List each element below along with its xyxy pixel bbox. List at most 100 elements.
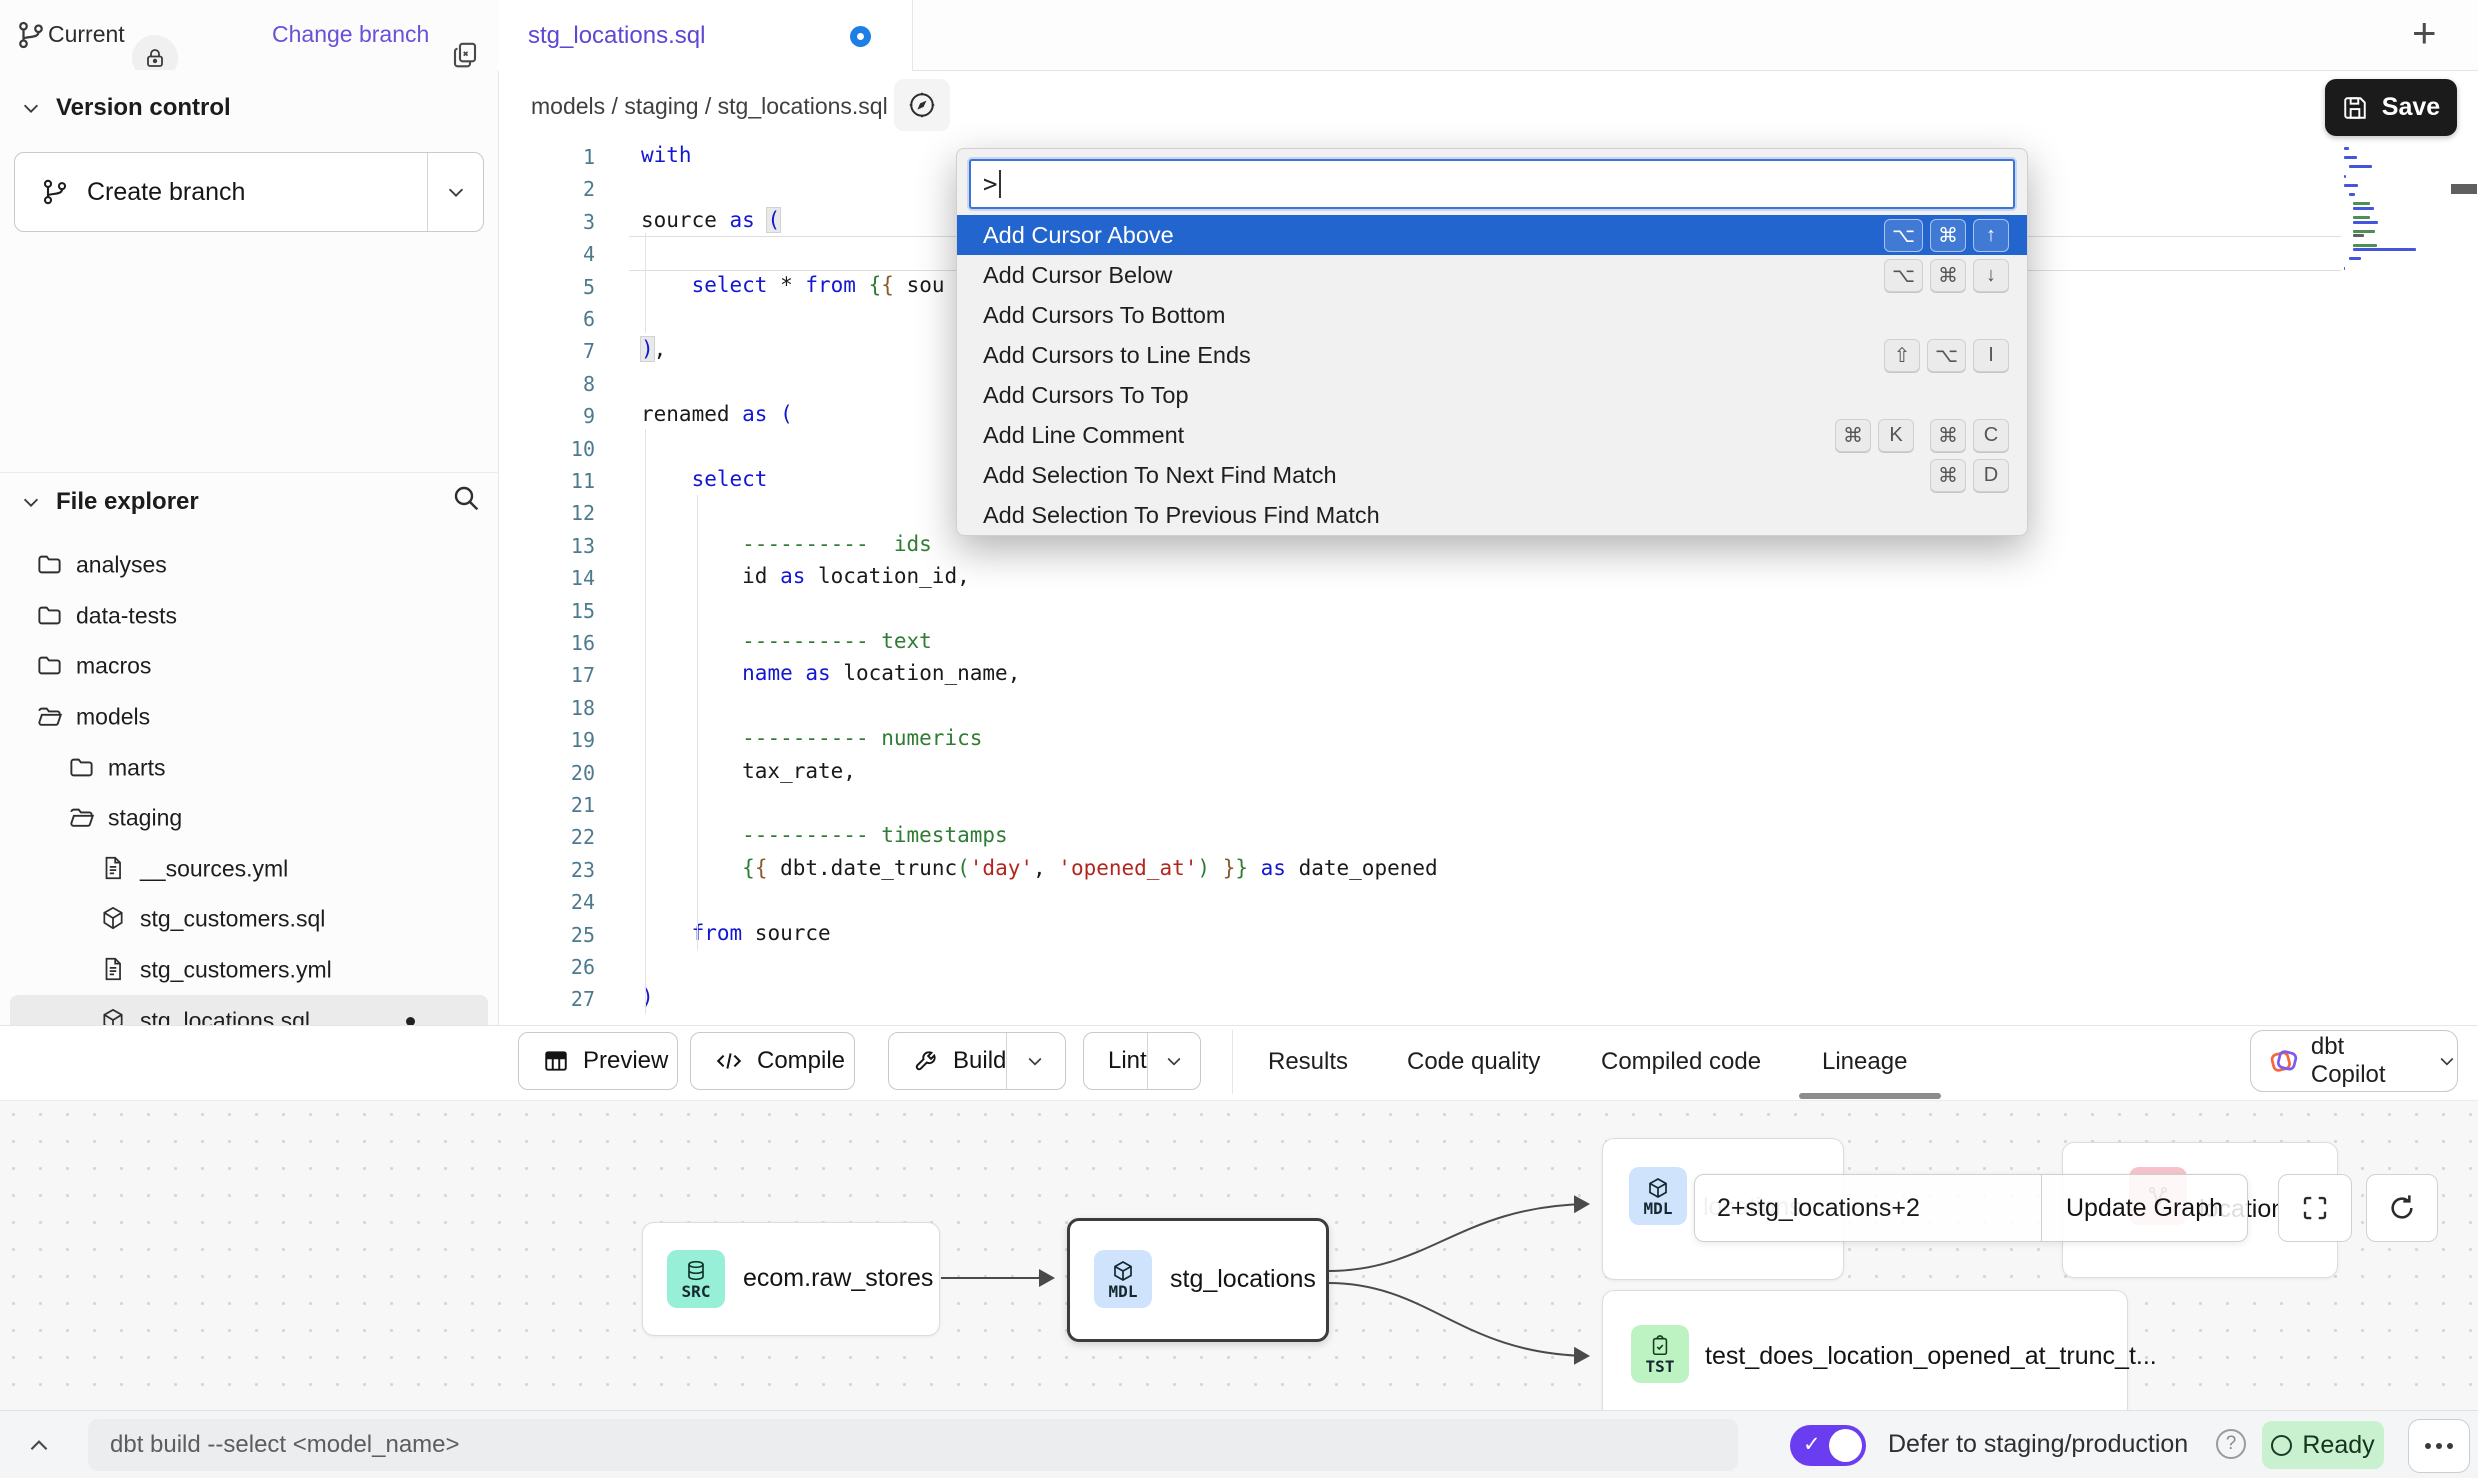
minimap-line [2344,267,2345,270]
help-icon[interactable]: ? [2216,1429,2246,1459]
fullscreen-button[interactable] [2278,1174,2352,1242]
folder-icon [68,754,95,781]
lineage-node-stg-locations[interactable]: MDL stg_locations [1067,1218,1329,1342]
dbt-copilot-icon [2269,1046,2299,1076]
palette-item-label: Add Selection To Previous Find Match [983,502,2009,529]
palette-query: > [983,170,997,198]
tab-code-quality[interactable]: Code quality [1407,1026,1540,1098]
compile-button[interactable]: Compile [690,1032,855,1090]
minimap-line [2344,175,2346,178]
dbt-copilot-button[interactable]: dbt Copilot [2250,1030,2458,1092]
copy-icon[interactable] [450,40,480,70]
tab-stg-locations[interactable]: stg_locations.sql [498,0,913,71]
keycap: ⌘ [1930,259,1966,292]
lineage-node-ecom-raw-stores[interactable]: SRC ecom.raw_stores [642,1222,940,1336]
minimap-line [2349,257,2362,260]
tab-compiled-code[interactable]: Compiled code [1601,1026,1761,1098]
code-line[interactable]: ---------- ids [641,532,932,556]
keycap: ↓ [1973,259,2009,292]
code-line[interactable]: ---------- numerics [641,726,982,750]
tab-lineage-label: Lineage [1822,1048,1907,1076]
lineage-node-test[interactable]: TST test_does_location_opened_at_trunc_t… [1602,1290,2128,1411]
minimap-slider[interactable] [2451,184,2477,194]
file-icon [100,956,126,982]
palette-item-label: Add Cursor Above [983,222,1884,249]
file-tree-item--sources-yml[interactable]: __sources.yml [0,844,498,895]
create-branch-button[interactable]: Create branch [14,152,484,232]
indent-guide [697,495,698,950]
code-line[interactable]: with [641,143,692,167]
folder-open-icon [36,703,63,730]
status-ring-icon [2271,1435,2292,1456]
palette-item-add-selection-to-previous-find-match[interactable]: Add Selection To Previous Find Match [957,495,2027,535]
palette-item-add-cursors-to-bottom[interactable]: Add Cursors To Bottom [957,295,2027,335]
wrench-icon [913,1048,939,1074]
code-line[interactable]: select * from {{ sou [641,273,945,297]
file-label: marts [108,754,166,781]
palette-item-add-selection-to-next-find-match[interactable]: Add Selection To Next Find Match⌘D [957,455,2027,495]
git-branch-icon [41,178,69,206]
build-label: Build [953,1047,1006,1075]
update-graph-button[interactable]: Update Graph [2041,1175,2247,1241]
tab-lineage[interactable]: Lineage [1822,1026,1907,1098]
build-caret[interactable] [1006,1033,1063,1089]
build-button[interactable]: Build [888,1032,1066,1090]
code-line[interactable]: ) [641,985,654,1009]
code-line[interactable]: source as ( [641,208,780,232]
command-palette-input[interactable]: > [969,159,2015,209]
keycap: ⌥ [1884,219,1923,252]
more-options-button[interactable] [2408,1419,2470,1473]
file-tree-item-staging[interactable]: staging [0,793,498,844]
file-tree-item-marts[interactable]: marts [0,742,498,793]
lint-caret[interactable] [1147,1033,1200,1089]
code-line[interactable]: renamed as ( [641,402,793,426]
toolbar-separator [1232,1030,1233,1094]
line-number: 5 [499,275,595,299]
code-line[interactable]: id as location_id, [641,564,970,588]
dbt-command-input[interactable]: dbt build --select <model_name> [88,1419,1738,1471]
code-line[interactable]: {{ dbt.date_trunc('day', 'opened_at') }}… [641,856,1438,880]
code-line[interactable]: from source [641,921,831,945]
line-number: 8 [499,372,595,396]
file-tree-item-stg-customers-sql[interactable]: stg_customers.sql [0,894,498,945]
palette-item-add-cursor-below[interactable]: Add Cursor Below⌥⌘↓ [957,255,2027,295]
defer-toggle[interactable]: ✓ [1790,1425,1866,1466]
new-tab-button[interactable]: + [2412,12,2437,54]
file-tree-item-macros[interactable]: macros [0,641,498,692]
file-tree-item-stg-customers-yml[interactable]: stg_customers.yml [0,945,498,996]
code-line[interactable]: select [641,467,767,491]
code-line[interactable]: ), [641,337,666,361]
refresh-button[interactable] [2366,1174,2438,1242]
file-tree-item-models[interactable]: models [0,692,498,743]
version-control-header[interactable]: Version control [20,94,231,122]
line-number: 24 [499,890,595,914]
code-line[interactable]: ---------- timestamps [641,823,1008,847]
palette-item-add-cursor-above[interactable]: Add Cursor Above⌥⌘↑ [957,215,2027,255]
change-branch-link[interactable]: Change branch [272,21,429,48]
save-button[interactable]: Save [2325,79,2457,136]
palette-item-add-cursors-to-line-ends[interactable]: Add Cursors to Line Ends⇧⌥I [957,335,2027,375]
file-tree-item-data-tests[interactable]: data-tests [0,591,498,642]
code-line[interactable]: tax_rate, [641,759,856,783]
branch-bar: Current Change branch [0,0,499,70]
code-line[interactable]: ---------- text [641,629,932,653]
palette-item-add-cursors-to-top[interactable]: Add Cursors To Top [957,375,2027,415]
folder-icon [36,602,63,629]
create-branch-caret[interactable] [427,153,483,231]
lint-button[interactable]: Lint [1083,1032,1201,1090]
search-icon[interactable] [450,482,482,514]
lock-icon [143,46,167,70]
check-icon: ✓ [1803,1432,1821,1457]
file-label: analyses [76,552,167,579]
lineage-search-input[interactable]: 2+stg_locations+2 [1695,1175,2041,1241]
ready-status-badge[interactable]: Ready [2262,1421,2384,1469]
palette-item-add-line-comment[interactable]: Add Line Comment⌘K⌘C [957,415,2027,455]
tab-results[interactable]: Results [1268,1026,1348,1098]
line-number: 21 [499,793,595,817]
editor-minimap[interactable] [2342,141,2472,361]
preview-button[interactable]: Preview [518,1032,678,1090]
chevron-up-icon[interactable] [26,1433,52,1459]
file-tree-item-analyses[interactable]: analyses [0,540,498,591]
lineage-graph[interactable]: MDL locations locations [0,1101,2478,1411]
file-explorer-header[interactable]: File explorer [20,488,199,516]
